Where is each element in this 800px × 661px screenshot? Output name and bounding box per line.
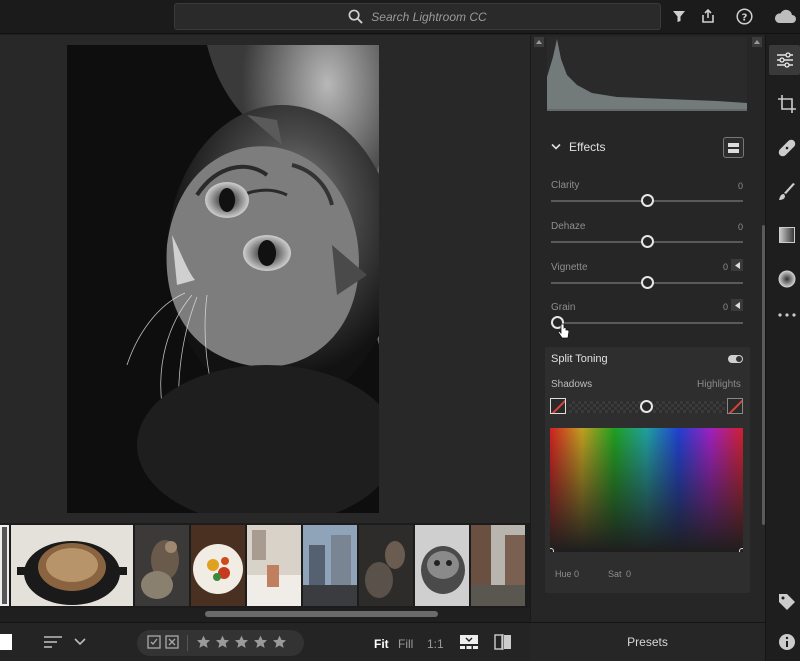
grain-slider[interactable] (551, 322, 743, 324)
effects-view-toggle[interactable] (723, 137, 744, 158)
filmstrip-thumb[interactable] (11, 525, 133, 606)
filmstrip-toggle-icon[interactable] (460, 635, 478, 652)
effects-title: Effects (569, 140, 606, 154)
flag-pick-icon[interactable] (147, 634, 161, 652)
filmstrip-thumb[interactable] (135, 525, 189, 606)
main-photo[interactable] (67, 45, 379, 513)
clarity-label: Clarity (551, 180, 580, 191)
vignette-expand-icon[interactable] (731, 259, 743, 271)
svg-text:?: ? (741, 12, 747, 23)
star-icon[interactable] (215, 635, 230, 652)
edit-sliders-icon[interactable] (769, 45, 800, 75)
info-icon[interactable] (776, 631, 798, 653)
view-mode-icon[interactable] (0, 634, 12, 650)
top-bar: Search Lightroom CC ? (0, 0, 800, 34)
dehaze-value[interactable]: 0 (728, 222, 743, 232)
hue-label: Hue (555, 569, 572, 579)
filter-icon[interactable] (669, 6, 689, 26)
crop-icon[interactable] (776, 93, 798, 115)
highlights-label: Highlights (697, 379, 741, 390)
filmstrip (0, 523, 530, 608)
brush-icon[interactable] (776, 181, 798, 203)
hue-value[interactable]: 0 (574, 569, 579, 579)
clipping-highlights-toggle[interactable] (752, 37, 762, 47)
chevron-down-icon[interactable] (74, 637, 86, 649)
shadows-label: Shadows (551, 379, 593, 390)
filmstrip-thumb[interactable] (359, 525, 413, 606)
photo-stage (0, 35, 530, 523)
filmstrip-thumb[interactable] (191, 525, 245, 606)
histogram (547, 37, 747, 111)
split-toning-title: Split Toning (551, 353, 608, 365)
vignette-label: Vignette (551, 262, 588, 273)
zoom-fit-button[interactable]: Fit (374, 637, 389, 651)
vignette-slider-knob[interactable] (641, 276, 654, 289)
sat-value[interactable]: 0 (626, 569, 631, 579)
tag-icon[interactable] (776, 591, 798, 613)
filmstrip-thumb[interactable] (471, 525, 525, 606)
dehaze-label: Dehaze (551, 221, 586, 232)
split-toning-toggle[interactable] (728, 355, 743, 363)
vignette-value[interactable]: 0 (716, 262, 728, 272)
tool-strip (765, 35, 800, 661)
more-icon[interactable] (776, 304, 798, 326)
filmstrip-scrollbar[interactable] (205, 611, 438, 617)
star-rating[interactable] (196, 635, 287, 652)
zoom-fill-button[interactable]: Fill (398, 637, 413, 651)
star-icon[interactable] (272, 635, 287, 652)
filmstrip-thumb[interactable] (415, 525, 469, 606)
help-icon[interactable]: ? (734, 6, 754, 26)
grain-label: Grain (551, 302, 576, 313)
clarity-value[interactable]: 0 (728, 181, 743, 191)
rating-bar (137, 630, 304, 656)
cursor-pointer-icon (557, 323, 570, 344)
grain-value[interactable]: 0 (716, 302, 728, 312)
presets-button[interactable]: Presets (530, 622, 765, 661)
linear-gradient-icon[interactable] (776, 224, 798, 246)
highlights-picker-handle[interactable] (739, 548, 743, 552)
search-icon (348, 9, 364, 24)
bottom-toolbar: Fit Fill 1:1 (0, 622, 530, 661)
dehaze-slider-knob[interactable] (641, 235, 654, 248)
presets-label: Presets (627, 635, 668, 649)
chevron-down-icon (551, 143, 561, 150)
highlights-swatch[interactable] (727, 398, 743, 414)
share-icon[interactable] (698, 6, 718, 26)
sat-label: Sat (608, 569, 622, 579)
balance-slider-knob[interactable] (640, 400, 653, 413)
star-icon[interactable] (253, 635, 268, 652)
healing-icon[interactable] (776, 137, 798, 159)
star-icon[interactable] (234, 635, 249, 652)
clarity-slider-knob[interactable] (641, 194, 654, 207)
cloud-icon[interactable] (772, 6, 798, 26)
filmstrip-thumb[interactable] (303, 525, 357, 606)
color-picker-field[interactable] (550, 428, 743, 552)
filmstrip-thumb[interactable] (247, 525, 301, 606)
sort-icon[interactable] (44, 635, 64, 652)
star-icon[interactable] (196, 635, 211, 652)
effects-section-header[interactable]: Effects (551, 140, 605, 154)
shadows-swatch[interactable] (550, 398, 566, 414)
search-input[interactable]: Search Lightroom CC (174, 3, 661, 30)
zoom-1to1-button[interactable]: 1:1 (427, 637, 444, 651)
grain-expand-icon[interactable] (731, 299, 743, 311)
flag-reject-icon[interactable] (165, 634, 179, 652)
radial-gradient-icon[interactable] (776, 268, 798, 290)
search-placeholder: Search Lightroom CC (371, 9, 487, 24)
filmstrip-thumb[interactable] (0, 525, 9, 606)
shadows-picker-handle[interactable] (550, 548, 554, 552)
clipping-shadows-toggle[interactable] (534, 37, 544, 47)
divider (187, 635, 188, 651)
compare-icon[interactable] (494, 634, 512, 653)
